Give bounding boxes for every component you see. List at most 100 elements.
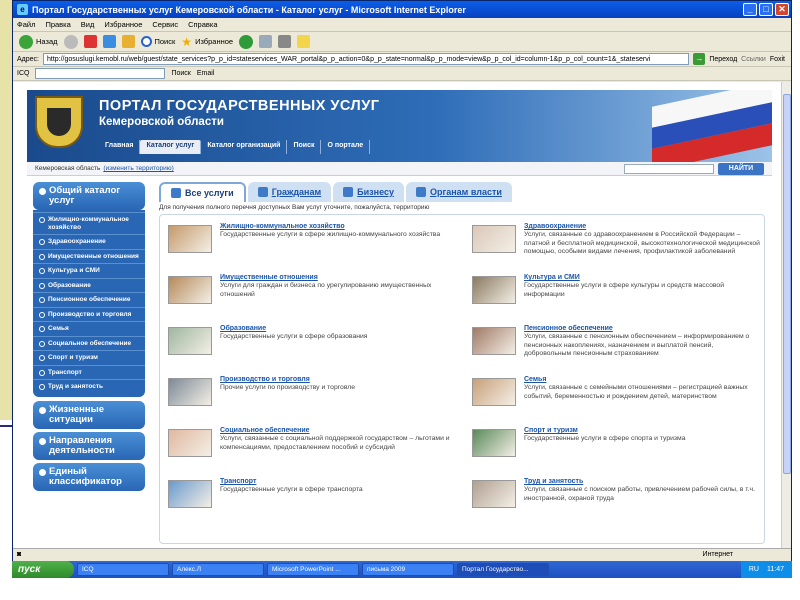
service-title-link[interactable]: Здравоохранение xyxy=(524,223,762,230)
mail-icon[interactable] xyxy=(259,35,273,48)
address-input[interactable]: http://gosuslugi.kemobl.ru/web/guest/sta… xyxy=(42,53,690,65)
forward-arrow-icon[interactable] xyxy=(63,34,78,49)
language-indicator[interactable]: RU xyxy=(749,566,759,573)
task-portal[interactable]: Портал Государство... xyxy=(457,563,549,576)
service-title-link[interactable]: Спорт и туризм xyxy=(524,427,686,434)
back-arrow-icon xyxy=(19,34,33,49)
plus-icon xyxy=(39,253,45,260)
print-icon[interactable] xyxy=(278,35,292,48)
menu-tools[interactable]: Сервис xyxy=(152,20,178,29)
folder-icon[interactable] xyxy=(297,35,311,48)
go-arrow-icon[interactable]: → xyxy=(693,53,706,65)
menu-file[interactable]: Файл xyxy=(17,20,35,29)
nav-catalog[interactable]: Каталог услуг xyxy=(140,140,202,154)
media-icon[interactable] xyxy=(239,34,254,49)
task-icq[interactable]: ICQ xyxy=(77,563,169,576)
menu-edit[interactable]: Правка xyxy=(45,20,70,29)
start-button[interactable]: пуск xyxy=(12,561,74,578)
sidebar-item-label: Здравоохранение xyxy=(48,238,106,245)
links-label[interactable]: Ссылки xyxy=(741,56,766,63)
task-folder[interactable]: Алекс.Л xyxy=(172,563,264,576)
service-title-link[interactable]: Семья xyxy=(524,376,762,383)
service-title-link[interactable]: Культура и СМИ xyxy=(524,274,762,281)
sidebar-item[interactable]: Образование xyxy=(33,277,145,293)
service-photo[interactable] xyxy=(168,225,212,253)
sidebar-item[interactable]: Здравоохранение xyxy=(33,234,145,249)
service-title-link[interactable]: Труд и занятость xyxy=(524,478,762,485)
portal-search-button[interactable]: НАЙТИ xyxy=(718,163,764,175)
icq-search-button[interactable]: Поиск xyxy=(171,70,190,77)
refresh-icon[interactable] xyxy=(102,35,116,48)
search-button[interactable]: Поиск xyxy=(140,36,175,47)
service-photo[interactable] xyxy=(168,378,212,406)
bullet-icon xyxy=(39,468,46,476)
service-photo[interactable] xyxy=(472,429,516,457)
service-description: Государственные услуги в сфере жилищно-к… xyxy=(220,231,441,238)
service-photo[interactable] xyxy=(472,225,516,253)
plus-icon xyxy=(39,297,45,303)
sidebar-item[interactable]: Производство и торговля xyxy=(33,306,145,322)
tab-business[interactable]: Бизнесу xyxy=(333,182,404,202)
stop-icon[interactable] xyxy=(83,35,97,48)
nav-search[interactable]: Поиск xyxy=(287,140,322,154)
tab-government[interactable]: Органам власти xyxy=(405,182,512,202)
window-title: Портал Государственных услуг Кемеровской… xyxy=(32,4,466,15)
nav-home[interactable]: Главная xyxy=(99,140,141,154)
close-button[interactable]: ✕ xyxy=(775,3,789,16)
task-letters[interactable]: письма 2009 xyxy=(362,563,454,576)
sidebar-item[interactable]: Спорт и туризм xyxy=(33,350,145,365)
service-title-link[interactable]: Образование xyxy=(220,325,367,332)
activity-directions-block[interactable]: Направления деятельности xyxy=(33,431,145,460)
back-button[interactable]: Назад xyxy=(19,34,58,49)
service-title-link[interactable]: Имущественные отношения xyxy=(220,274,464,281)
sidebar-item[interactable]: Жилищно-коммунальное хозяйство xyxy=(33,212,145,234)
sidebar-item[interactable]: Имущественные отношения xyxy=(33,248,145,264)
service-photo[interactable] xyxy=(472,327,516,355)
service-photo[interactable] xyxy=(472,378,516,406)
service-photo[interactable] xyxy=(168,480,212,508)
maximize-button[interactable]: □ xyxy=(759,3,773,16)
home-icon[interactable] xyxy=(121,35,135,48)
vertical-scrollbar[interactable] xyxy=(781,82,791,548)
scroll-thumb[interactable] xyxy=(783,94,791,474)
icq-search-input[interactable] xyxy=(35,68,166,79)
service-title-link[interactable]: Пенсионное обеспечение xyxy=(524,325,762,332)
sidebar-item[interactable]: Труд и занятость xyxy=(33,379,145,394)
catalog-header[interactable]: Общий каталог услуг xyxy=(33,182,145,210)
service-title-link[interactable]: Транспорт xyxy=(220,478,363,485)
sidebar-item[interactable]: Транспорт xyxy=(33,364,145,380)
task-powerpoint[interactable]: Microsoft PowerPoint ... xyxy=(267,563,359,576)
tab-all-services[interactable]: Все услуги xyxy=(159,182,246,202)
icq-email-button[interactable]: Email xyxy=(197,70,215,77)
tab-citizens[interactable]: Гражданам xyxy=(247,182,332,202)
menu-favorites[interactable]: Избранное xyxy=(104,20,142,29)
portal-search-input[interactable] xyxy=(624,164,714,174)
go-button[interactable]: Переход xyxy=(709,56,737,63)
service-title-link[interactable]: Социальное обеспечение xyxy=(220,427,464,434)
service-title-link[interactable]: Производство и торговля xyxy=(220,376,355,383)
title-bar[interactable]: e Портал Государственных услуг Кемеровск… xyxy=(13,1,791,18)
menu-view[interactable]: Вид xyxy=(81,20,95,29)
nav-about[interactable]: О портале xyxy=(321,140,371,154)
classifier-block[interactable]: Единый классификатор xyxy=(33,462,145,491)
nav-organizations[interactable]: Каталог организаций xyxy=(201,140,288,154)
favorites-button[interactable]: ★ Избранное xyxy=(181,35,233,49)
service-photo[interactable] xyxy=(168,429,212,457)
foxit-button[interactable]: Foxit xyxy=(770,56,785,63)
sidebar-item[interactable]: Социальное обеспечение xyxy=(33,335,145,351)
service-title-link[interactable]: Жилищно-коммунальное хозяйство xyxy=(220,223,440,230)
menu-help[interactable]: Справка xyxy=(188,20,217,29)
service-photo[interactable] xyxy=(472,276,516,304)
sidebar-item[interactable]: Культура и СМИ xyxy=(33,263,145,278)
service-photo[interactable] xyxy=(472,480,516,508)
minimize-button[interactable]: _ xyxy=(743,3,757,16)
sidebar-item[interactable]: Семья xyxy=(33,321,145,336)
service-photo[interactable] xyxy=(168,276,212,304)
life-situations-block[interactable]: Жизненные ситуации xyxy=(33,400,145,429)
region-change-link[interactable]: (изменить территорию) xyxy=(103,165,173,172)
icq-label[interactable]: ICQ xyxy=(17,70,29,77)
sidebar-item[interactable]: Пенсионное обеспечение xyxy=(33,292,145,307)
ie-icon: e xyxy=(17,4,28,15)
service-photo[interactable] xyxy=(168,327,212,355)
service-description: Услуги для граждан и бизнеса по урегулир… xyxy=(220,282,432,298)
